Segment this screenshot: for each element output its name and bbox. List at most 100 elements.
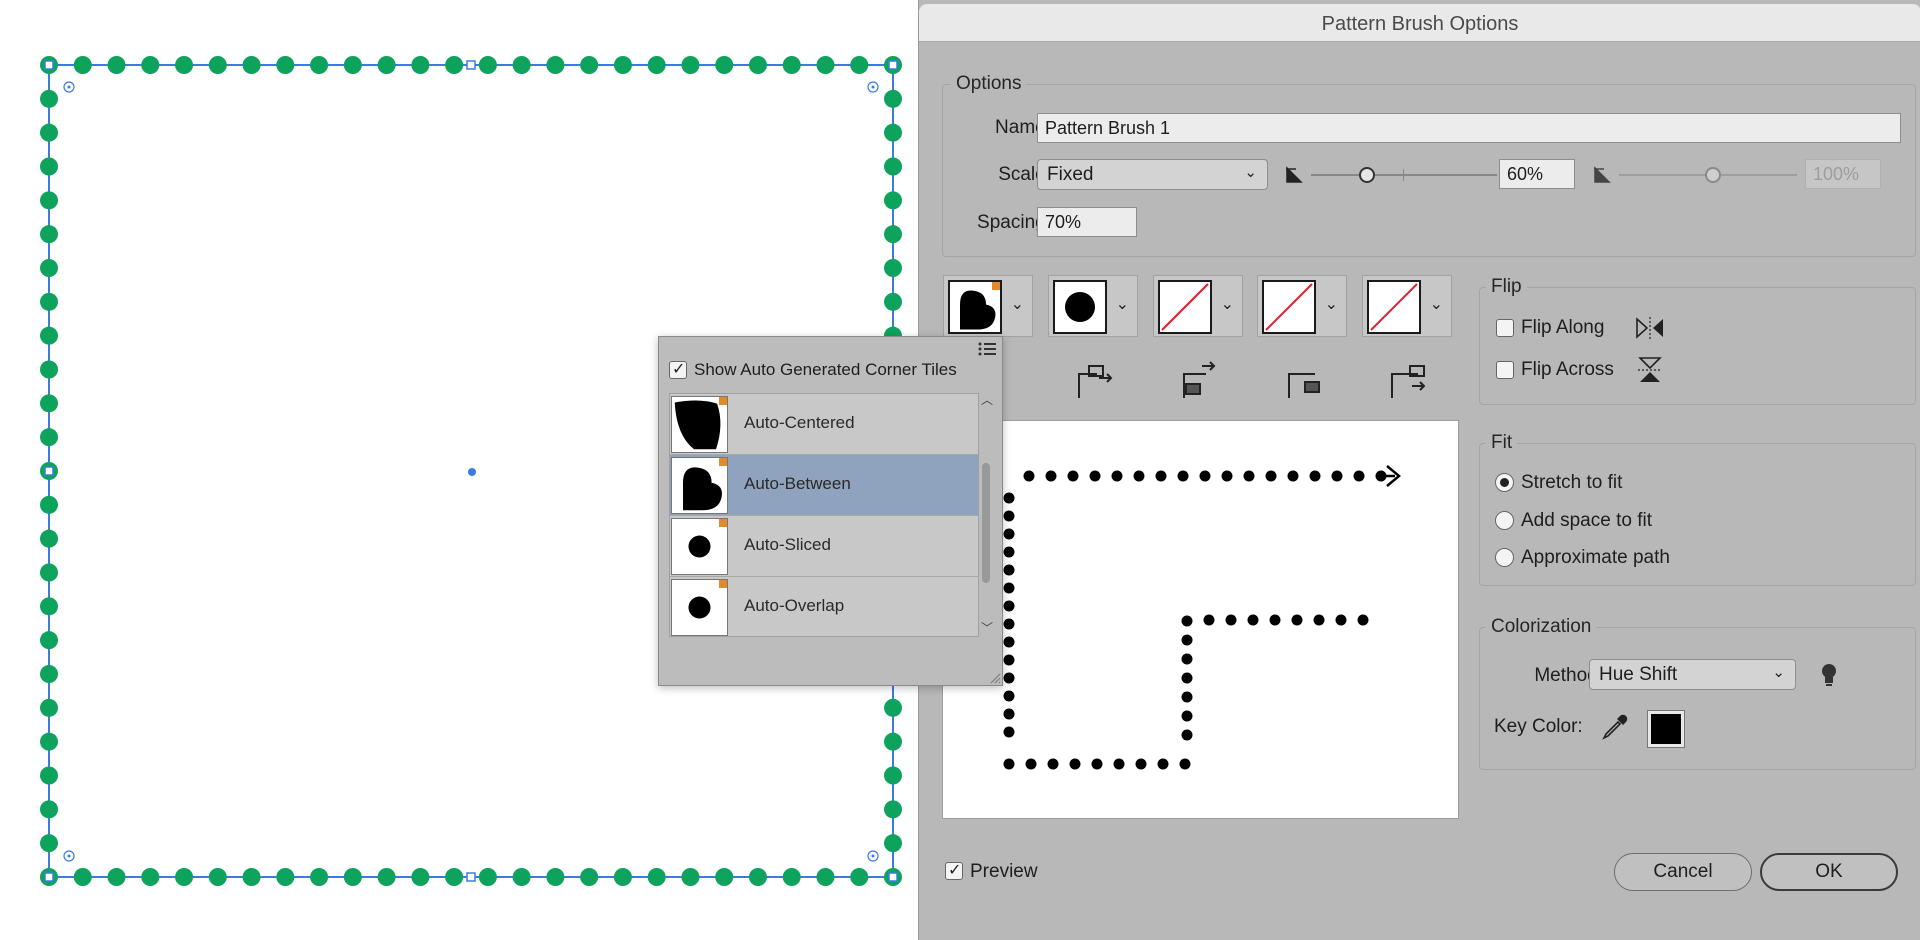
preview-arrow [1379,465,1401,487]
scroll-up-icon[interactable]: ︿ [981,391,993,408]
brush-dot [40,394,58,413]
preview-dot [1181,672,1193,684]
start-tile-button[interactable]: ⌄ [1257,275,1347,337]
brush-dot [40,766,58,785]
brush-dot [884,292,902,311]
ok-button[interactable]: OK [1760,853,1898,891]
start-tile-graphic [1265,283,1313,331]
name-field[interactable]: Pattern Brush 1 [1037,113,1901,143]
corner-tile-popup: Show Auto Generated Corner Tiles Auto-Ce… [658,336,1003,686]
corner-tile-option[interactable]: Auto-Sliced [670,516,978,577]
flip-group-label: Flip [1486,276,1527,298]
scroll-down-icon[interactable]: ﹀ [981,619,993,636]
spacing-label: Spacing: [977,212,1051,233]
cancel-button[interactable]: Cancel [1614,853,1752,891]
preview-label: Preview [970,861,1038,882]
brush-dot [512,868,531,886]
side-tool-icon[interactable] [1176,358,1222,402]
list-options-icon[interactable] [977,341,997,357]
brush-dot [445,56,464,74]
side-tile-swatch [1053,280,1107,334]
show-auto-corner-tiles-checkbox[interactable] [669,359,687,379]
chevron-down-icon[interactable]: ⌄ [1011,294,1024,314]
brush-dot [141,56,160,74]
method-select[interactable]: Hue Shift ⌄ [1589,659,1796,690]
brush-dot [107,868,126,886]
corner-tile-option[interactable]: Auto-Overlap [670,577,978,636]
key-color-swatch[interactable] [1647,710,1685,748]
preview-dot [1181,615,1193,627]
brush-dot [884,834,902,853]
corner-tile-graphic [683,467,722,511]
brush-dot [40,631,58,650]
preview-path-illustration [1003,465,1401,770]
scroll-thumb[interactable] [982,463,990,583]
corner-tile-list-scrollbar[interactable]: ︿ ﹀ [979,393,993,637]
outer-corner-tile-button[interactable]: ⌄ [943,275,1033,337]
end-tile-graphic [1370,283,1418,331]
brush-dot [40,732,58,751]
side-tile-button[interactable]: ⌄ [1048,275,1138,337]
chevron-down-icon[interactable]: ⌄ [1116,294,1129,314]
preview-checkbox[interactable] [945,860,963,880]
end-tile-button[interactable]: ⌄ [1362,275,1452,337]
preview-dot [1003,528,1015,540]
approximate-path-radio[interactable] [1495,548,1514,567]
corner-tile-option[interactable]: Auto-Between [670,455,978,516]
brush-dot [884,259,902,277]
options-group-label: Options [951,73,1027,95]
brush-dot [478,56,497,74]
brush-dot [850,868,869,886]
brush-dot [748,56,767,74]
dialog-titlebar[interactable]: Pattern Brush Options [919,4,1920,42]
corner-tile-option[interactable]: Auto-Centered [670,394,978,455]
chevron-down-icon[interactable]: ⌄ [1430,294,1443,314]
show-auto-corner-tiles-label: Show Auto Generated Corner Tiles [694,360,957,379]
stretch-to-fit-radio[interactable] [1495,473,1514,492]
brush-dot [816,56,835,74]
scale-max-icon [1594,166,1611,183]
brush-dot [411,56,430,74]
preview-dot [1003,510,1015,522]
scale-min-icon [1286,166,1303,183]
corner-tile-option-label: Auto-Centered [744,413,855,432]
inner-corner-tile-button[interactable]: ⌄ [1153,275,1243,337]
flip-across-checkbox[interactable] [1496,361,1514,379]
start-tool-icon[interactable] [1384,358,1430,402]
scale-min-slider[interactable] [1311,164,1497,186]
inner-corner-tool-icon[interactable] [1281,358,1327,402]
scale-min-field[interactable]: 60% [1499,159,1575,189]
flip-along-checkbox[interactable] [1496,319,1514,337]
brush-dot [580,56,599,74]
brush-dot [782,868,801,886]
add-space-to-fit-radio[interactable] [1495,511,1514,530]
tile-none-slash [1265,283,1313,331]
scale-select[interactable]: Fixed ⌄ [1037,159,1268,190]
tile-shape-leaf [674,400,721,450]
preview-dot [1181,691,1193,703]
brush-dot [715,56,734,74]
brush-dot [40,191,58,210]
chevron-down-icon[interactable]: ⌄ [1221,294,1234,314]
brush-dot [377,56,396,74]
chevron-down-icon[interactable]: ⌄ [1325,294,1338,314]
lightbulb-icon[interactable] [1819,662,1839,688]
brush-dot [478,868,497,886]
inner-corner-tile-swatch [1158,280,1212,334]
slider-thumb[interactable] [1359,167,1375,183]
brush-dot [40,157,58,176]
eyedropper-icon[interactable] [1600,712,1628,742]
brush-dot [107,56,126,74]
spacing-field[interactable]: 70% [1037,207,1137,237]
preview-dot [1025,758,1037,770]
corner-widget-center [871,85,875,89]
corner-widget-center [67,854,71,858]
side-tile-graphic [1065,292,1095,322]
preview-dot [1335,614,1347,626]
brush-dot [546,868,565,886]
brush-dot [73,868,92,886]
preview-dot [1243,470,1255,482]
resize-grip-icon[interactable] [987,670,1001,684]
corner-tool-icon[interactable] [1071,358,1117,402]
preview-dot [1003,690,1015,702]
